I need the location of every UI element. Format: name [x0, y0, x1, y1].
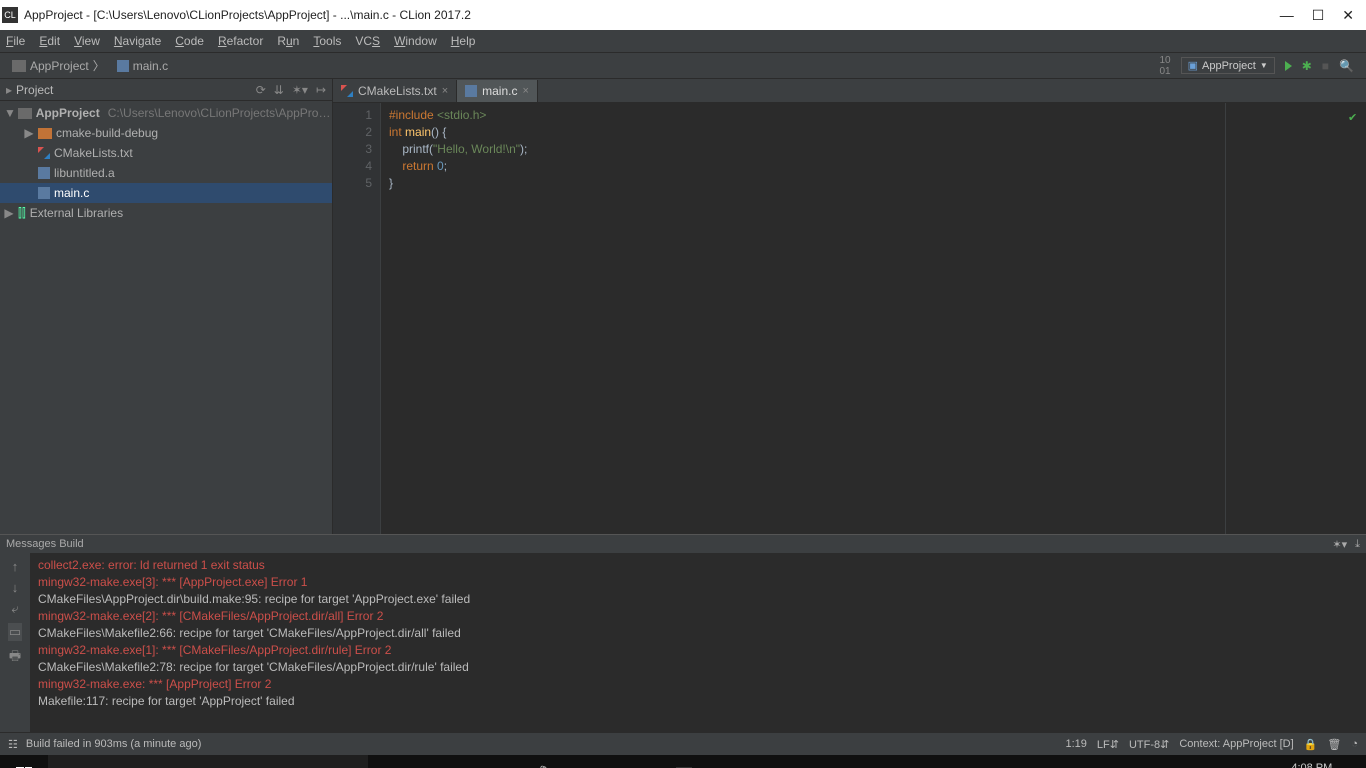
task-view-icon[interactable]: ⧉: [388, 755, 428, 768]
windows-taskbar: ◯ Type here to search 🎤 ⧉ e 📁 🛍 ✉ ◉ CL 1…: [0, 755, 1366, 768]
taskbar-clock[interactable]: 4:08 PM 21-Jul-17: [1286, 762, 1332, 768]
hide-icon[interactable]: ↦: [316, 83, 326, 97]
menu-vcs[interactable]: VCS: [355, 34, 380, 48]
messages-output[interactable]: collect2.exe: error: ld returned 1 exit …: [30, 553, 1366, 732]
cmake-icon: [38, 147, 50, 159]
folder-icon: [12, 60, 26, 72]
messages-tool-window: Messages Build ✶▾ ⤓ ↑ ↓ ⤶ ▭ 🖶 collect2.e…: [0, 534, 1366, 732]
explorer-icon[interactable]: 📁: [480, 755, 520, 768]
window-titlebar: CL AppProject - [C:\Users\Lenovo\CLionPr…: [0, 0, 1366, 30]
up-icon[interactable]: ↑: [12, 559, 19, 574]
breadcrumb-file-label: main.c: [133, 59, 168, 73]
editor-right-margin: [1226, 103, 1366, 534]
folder-icon: [38, 128, 52, 139]
c-file-icon: [465, 85, 477, 97]
menu-window[interactable]: Window: [394, 34, 437, 48]
chrome-icon[interactable]: ◉: [618, 755, 658, 768]
editor-tabs: CMakeLists.txt × main.c ×: [333, 79, 1366, 103]
navigation-bar: AppProject〉 main.c 1001 ▣ AppProject ▼ ✱…: [0, 52, 1366, 79]
editor-area: CMakeLists.txt × main.c × 12345 #include…: [333, 79, 1366, 534]
lock-icon[interactable]: 🔒: [1304, 738, 1318, 751]
scroll-to-end-icon[interactable]: ▭: [8, 623, 22, 641]
maximize-button[interactable]: ☐: [1312, 7, 1325, 24]
collapse-icon[interactable]: ⇊: [274, 83, 284, 97]
run-config-selector[interactable]: ▣ AppProject ▼: [1181, 57, 1275, 74]
menu-edit[interactable]: Edit: [39, 34, 60, 48]
window-title: AppProject - [C:\Users\Lenovo\CLionProje…: [24, 8, 471, 22]
breadcrumb-project-label: AppProject: [30, 59, 89, 73]
status-icon[interactable]: ☷: [8, 738, 18, 751]
soft-wrap-icon[interactable]: ⤶: [11, 601, 18, 617]
minimize-button[interactable]: —: [1280, 7, 1294, 24]
file-icon: [38, 167, 50, 179]
tree-item-cmake-build-debug[interactable]: ▶ cmake-build-debug: [0, 123, 332, 143]
messages-header: Messages Build ✶▾ ⤓: [0, 535, 1366, 553]
trash-icon[interactable]: 🗑: [1327, 738, 1341, 751]
status-encoding[interactable]: UTF-8⇵: [1129, 738, 1169, 751]
stop-button[interactable]: ■: [1322, 59, 1329, 73]
download-icon[interactable]: ⤓: [1355, 538, 1360, 551]
menu-view[interactable]: View: [74, 34, 100, 48]
menu-bar: File Edit View Navigate Code Refactor Ru…: [0, 30, 1366, 52]
gear-icon[interactable]: ✶▾: [1332, 538, 1347, 551]
project-header: ▸ Project ⟳ ⇊ ✶▾ ↦: [0, 79, 332, 101]
messages-header-label: Messages Build: [6, 538, 84, 550]
c-file-icon: [38, 187, 50, 199]
menu-code[interactable]: Code: [175, 34, 204, 48]
folder-icon: [18, 108, 32, 119]
tab-cmakelists[interactable]: CMakeLists.txt ×: [333, 80, 457, 102]
menu-run[interactable]: Run: [277, 34, 299, 48]
code-editor[interactable]: 12345 #include <stdio.h>int main() { pri…: [333, 103, 1366, 534]
menu-refactor[interactable]: Refactor: [218, 34, 263, 48]
code-content[interactable]: #include <stdio.h>int main() { printf("H…: [381, 103, 1226, 534]
run-config-label: AppProject: [1202, 60, 1256, 72]
messages-toolbar: ↑ ↓ ⤶ ▭ 🖶: [0, 553, 30, 732]
c-file-icon: [117, 60, 129, 72]
edge-icon[interactable]: e: [434, 755, 474, 768]
close-tab-icon[interactable]: ×: [522, 85, 528, 97]
status-build-message: Build failed in 903ms (a minute ago): [26, 738, 201, 750]
menu-tools[interactable]: Tools: [313, 34, 341, 48]
status-bar: ☷ Build failed in 903ms (a minute ago) 1…: [0, 732, 1366, 755]
tab-main-c[interactable]: main.c ×: [457, 80, 538, 102]
status-line-sep[interactable]: LF⇵: [1097, 738, 1119, 751]
store-icon[interactable]: 🛍: [526, 755, 566, 768]
clion-taskbar-icon[interactable]: CL: [664, 755, 704, 768]
close-tab-icon[interactable]: ×: [442, 85, 448, 97]
settings-icon[interactable]: ✶▾: [292, 83, 308, 97]
breadcrumb-file[interactable]: main.c: [111, 57, 174, 75]
breadcrumb-project[interactable]: AppProject〉: [6, 55, 111, 76]
line-gutter: 12345: [333, 103, 381, 534]
taskbar-search[interactable]: ◯ Type here to search 🎤: [48, 755, 368, 768]
menu-file[interactable]: File: [6, 34, 25, 48]
menu-help[interactable]: Help: [451, 34, 476, 48]
search-everywhere-icon[interactable]: 🔍: [1339, 59, 1354, 73]
close-button[interactable]: ✕: [1342, 7, 1354, 24]
tree-item-main-c[interactable]: main.c: [0, 183, 332, 203]
status-context[interactable]: Context: AppProject [D]: [1179, 738, 1293, 750]
inspection-ok-icon: [1348, 109, 1360, 121]
library-icon: ⫿⫿: [18, 206, 26, 221]
sync-icon[interactable]: ⟳: [256, 83, 266, 97]
project-header-label: Project: [16, 83, 53, 97]
run-button[interactable]: [1285, 61, 1292, 71]
status-position[interactable]: 1:19: [1065, 738, 1086, 750]
menu-navigate[interactable]: Navigate: [114, 34, 161, 48]
tree-root-label: AppProject: [36, 106, 100, 120]
debug-button[interactable]: ✱: [1302, 59, 1312, 73]
mail-icon[interactable]: ✉: [572, 755, 612, 768]
app-icon: CL: [2, 7, 18, 23]
cmake-icon: [341, 85, 353, 97]
tree-external-libraries[interactable]: ▶⫿⫿ External Libraries: [0, 203, 332, 223]
tree-item-libuntitled[interactable]: libuntitled.a: [0, 163, 332, 183]
notify-icon[interactable]: ◔: [1351, 738, 1358, 750]
binary-icon[interactable]: 1001: [1159, 55, 1170, 77]
project-tool-window: ▸ Project ⟳ ⇊ ✶▾ ↦ ▼ AppProject C:\Users…: [0, 79, 333, 534]
tree-item-cmakelists[interactable]: CMakeLists.txt: [0, 143, 332, 163]
tree-root[interactable]: ▼ AppProject C:\Users\Lenovo\CLionProjec…: [0, 103, 332, 123]
down-icon[interactable]: ↓: [12, 580, 19, 595]
project-tree[interactable]: ▼ AppProject C:\Users\Lenovo\CLionProjec…: [0, 101, 332, 534]
tree-root-path: C:\Users\Lenovo\CLionProjects\AppProject: [108, 106, 332, 120]
print-icon[interactable]: 🖶: [9, 647, 21, 669]
